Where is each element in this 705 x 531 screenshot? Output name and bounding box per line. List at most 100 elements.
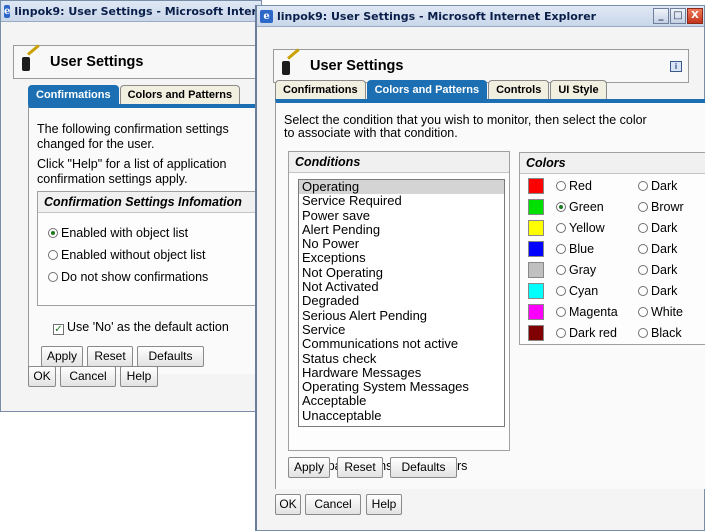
front-header-title: User Settings — [310, 58, 404, 74]
color-alt-label: Dark — [651, 221, 678, 235]
back-tab-colors-patterns[interactable]: Colors and Patterns — [119, 85, 241, 104]
list-item[interactable]: Operating — [299, 180, 504, 195]
list-item[interactable]: Exceptions — [299, 251, 504, 266]
apply-button[interactable]: Apply — [288, 457, 330, 478]
color-alt-label: Dark — [651, 179, 678, 193]
radio-icon — [556, 244, 566, 254]
radio-icon — [48, 228, 58, 238]
color-radio-alt[interactable]: Browr — [638, 200, 684, 214]
radio-icon — [556, 181, 566, 191]
back-help-button[interactable]: Help — [120, 366, 158, 387]
color-radio[interactable]: Red — [556, 179, 592, 193]
list-item[interactable]: Degraded — [299, 294, 504, 309]
color-radio-alt[interactable]: Dark — [638, 179, 677, 193]
list-item[interactable]: Not Activated — [299, 279, 504, 294]
radio-icon — [638, 202, 648, 212]
color-swatch[interactable] — [528, 241, 544, 257]
radio-icon — [556, 328, 566, 338]
color-label: Green — [569, 200, 604, 214]
back-apply-button[interactable]: Apply — [41, 346, 83, 367]
back-header: User Settings — [13, 45, 263, 79]
window-controls: _ □ X — [653, 8, 704, 24]
color-label: Dark red — [569, 326, 617, 340]
color-swatch[interactable] — [528, 283, 544, 299]
color-radio[interactable]: Cyan — [556, 284, 598, 298]
radio-icon — [638, 244, 648, 254]
default-no-checkbox[interactable]: ✓ Use 'No' as the default action — [53, 320, 229, 335]
color-swatch[interactable] — [528, 325, 544, 341]
back-window-title: linpok9: User Settings - Microsoft Inter… — [14, 4, 261, 18]
color-radio-alt[interactable]: White — [638, 305, 683, 319]
back-defaults-button[interactable]: Defaults — [137, 346, 204, 367]
radio-enabled-without-list[interactable]: Enabled without object list — [48, 248, 206, 262]
ok-button[interactable]: OK — [275, 494, 301, 515]
color-swatch[interactable] — [528, 262, 544, 278]
radio-enabled-with-list[interactable]: Enabled with object list — [48, 226, 188, 240]
color-label: Blue — [569, 242, 595, 256]
minimize-icon[interactable]: _ — [653, 8, 669, 24]
tab-confirmations[interactable]: Confirmations — [275, 80, 366, 99]
back-window: e linpok9: User Settings - Microsoft Int… — [0, 0, 264, 412]
color-radio[interactable]: Magenta — [556, 305, 618, 319]
list-item[interactable]: Communications not active — [299, 336, 504, 351]
info-icon[interactable]: i — [670, 60, 682, 72]
back-tabs: Confirmations Colors and Patterns — [28, 85, 241, 104]
back-intro-line1: The following confirmation settings — [37, 122, 229, 136]
radio-icon — [556, 202, 566, 212]
color-radio[interactable]: Dark red — [556, 326, 617, 340]
reset-button[interactable]: Reset — [337, 457, 383, 478]
list-item[interactable]: Service — [299, 322, 504, 337]
help-button[interactable]: Help — [366, 494, 402, 515]
color-alt-label: Dark — [651, 263, 678, 277]
color-swatch[interactable] — [528, 199, 544, 215]
tab-controls[interactable]: Controls — [488, 80, 550, 99]
radio-icon — [556, 307, 566, 317]
color-radio-alt[interactable]: Black — [638, 326, 682, 340]
color-radio[interactable]: Green — [556, 200, 604, 214]
color-radio-alt[interactable]: Dark — [638, 284, 677, 298]
list-item[interactable]: Operating System Messages — [299, 379, 504, 394]
radio-do-not-show[interactable]: Do not show confirmations — [48, 270, 208, 284]
list-item[interactable]: Alert Pending — [299, 222, 504, 237]
defaults-button[interactable]: Defaults — [390, 457, 457, 478]
list-item[interactable]: Unacceptable — [299, 408, 504, 423]
cancel-button[interactable]: Cancel — [305, 494, 361, 515]
list-item[interactable]: Serious Alert Pending — [299, 308, 504, 323]
list-item[interactable]: Not Operating — [299, 265, 504, 280]
front-window-title: linpok9: User Settings - Microsoft Inter… — [277, 9, 597, 23]
list-item[interactable]: No Power — [299, 236, 504, 251]
colors-header: Colors — [520, 153, 705, 174]
back-reset-button[interactable]: Reset — [87, 346, 133, 367]
color-label: Magenta — [569, 305, 618, 319]
radio-label: Do not show confirmations — [61, 270, 209, 284]
back-cancel-button[interactable]: Cancel — [60, 366, 116, 387]
color-swatch[interactable] — [528, 178, 544, 194]
list-item[interactable]: Hardware Messages — [299, 365, 504, 380]
close-icon[interactable]: X — [687, 8, 703, 24]
back-help-line2: confirmation settings apply. — [37, 172, 188, 186]
color-radio[interactable]: Gray — [556, 263, 596, 277]
back-ok-button[interactable]: OK — [28, 366, 56, 387]
radio-icon — [556, 286, 566, 296]
front-window-titlebar[interactable]: e linpok9: User Settings - Microsoft Int… — [257, 6, 704, 27]
maximize-icon[interactable]: □ — [670, 8, 686, 24]
back-window-titlebar[interactable]: e linpok9: User Settings - Microsoft Int… — [1, 1, 261, 22]
list-item[interactable]: Service Required — [299, 193, 504, 208]
list-item[interactable]: Status check — [299, 351, 504, 366]
list-item[interactable]: Acceptable — [299, 394, 504, 409]
back-tabpanel: The following confirmation settings chan… — [28, 104, 264, 374]
color-swatch[interactable] — [528, 304, 544, 320]
color-swatch[interactable] — [528, 220, 544, 236]
conditions-listbox[interactable]: Operating Service Required Power save Al… — [298, 179, 505, 427]
color-radio-alt[interactable]: Dark — [638, 221, 677, 235]
tab-ui-style[interactable]: UI Style — [550, 80, 607, 99]
tab-colors-patterns[interactable]: Colors and Patterns — [366, 80, 488, 99]
back-tab-confirmations[interactable]: Confirmations — [28, 85, 119, 104]
color-radio[interactable]: Yellow — [556, 221, 605, 235]
color-alt-label: White — [651, 305, 683, 319]
front-tabpanel: Select the condition that you wish to mo… — [275, 99, 705, 489]
color-radio-alt[interactable]: Dark — [638, 242, 677, 256]
list-item[interactable]: Power save — [299, 208, 504, 223]
color-radio-alt[interactable]: Dark — [638, 263, 677, 277]
color-radio[interactable]: Blue — [556, 242, 594, 256]
